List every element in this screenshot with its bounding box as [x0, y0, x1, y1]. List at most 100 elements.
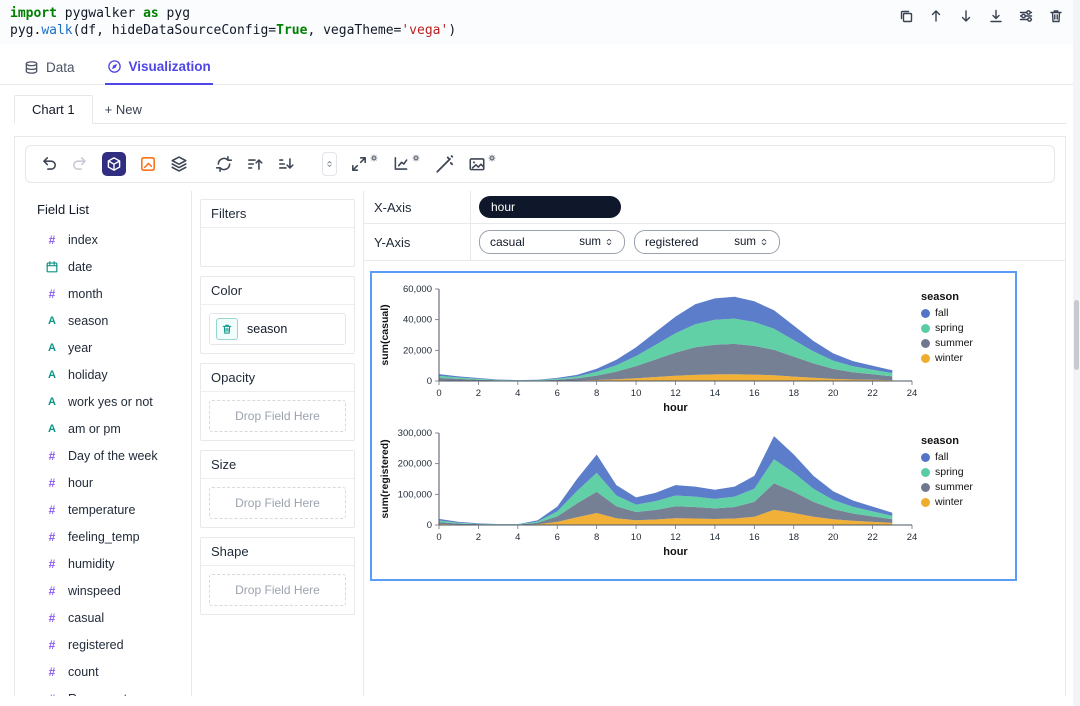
gear-icon[interactable]: [487, 153, 497, 163]
field-item-hour[interactable]: # hour: [15, 469, 191, 496]
field-name: hour: [68, 475, 94, 490]
sort-ascending-button[interactable]: [246, 155, 264, 173]
delete-icon[interactable]: [1048, 8, 1064, 24]
gear-icon[interactable]: [411, 153, 421, 163]
legend-label: summer: [935, 337, 973, 349]
refresh-button[interactable]: [215, 155, 233, 173]
new-chart-button[interactable]: + New: [93, 96, 154, 123]
field-item-feeling-temp[interactable]: # feeling_temp: [15, 523, 191, 550]
field-item-temperature[interactable]: # temperature: [15, 496, 191, 523]
refresh-group: [215, 155, 233, 173]
code-text: pygwalker: [56, 6, 144, 21]
legend-item-fall[interactable]: fall: [921, 451, 1007, 463]
field-item-count[interactable]: # count: [15, 658, 191, 685]
tab-visualization[interactable]: Visualization: [104, 52, 213, 85]
y-axis-field-chip[interactable]: registered sum: [634, 230, 780, 254]
undo-button[interactable]: [40, 155, 58, 173]
shape-dropzone[interactable]: Drop Field Here: [209, 574, 346, 606]
field-item-index[interactable]: # index: [15, 226, 191, 253]
notebook-code-cell[interactable]: import pygwalker as pyg pyg.walk(df, hid…: [0, 0, 1080, 44]
field-item-day-of-the-week[interactable]: # Day of the week: [15, 442, 191, 469]
svg-text:22: 22: [867, 532, 878, 543]
legend-swatch: [921, 467, 930, 477]
zoom-stepper-group: [322, 152, 337, 176]
code-text: pyg: [158, 6, 191, 21]
legend-item-winter[interactable]: winter: [921, 352, 1007, 364]
x-axis-dropzone[interactable]: hour: [471, 191, 1065, 223]
field-item-season[interactable]: Aseason: [15, 307, 191, 334]
field-item-am-or-pm[interactable]: Aam or pm: [15, 415, 191, 442]
chart-canvas[interactable]: 0 20,000 40,000 60,000 0 2 4 6 8 10 12 14 16 18 20 22 24…: [370, 271, 1017, 581]
svg-text:6: 6: [555, 532, 560, 543]
download-icon[interactable]: [988, 8, 1004, 24]
svg-text:12: 12: [670, 532, 681, 543]
resize-button[interactable]: [350, 155, 368, 173]
svg-text:14: 14: [710, 532, 721, 543]
sort-descending-button[interactable]: [277, 155, 295, 173]
code-editor[interactable]: import pygwalker as pyg pyg.walk(df, hid…: [10, 5, 456, 39]
stacked-area-plot[interactable]: 0100,000200,000300,0000 2 4 6 8 10 12 14 16 18 20 2…: [374, 423, 919, 563]
y-axis-dropzone[interactable]: casual sum registered sum: [471, 224, 1065, 260]
mark-type-button[interactable]: [139, 155, 157, 173]
field-name: feeling_temp: [68, 529, 140, 544]
field-item-humidity[interactable]: # humidity: [15, 550, 191, 577]
x-axis-field-chip[interactable]: hour: [479, 196, 621, 218]
color-field-chip[interactable]: season: [209, 313, 346, 345]
layers-button[interactable]: [170, 155, 188, 173]
legend-swatch: [921, 353, 930, 363]
aggregation-select[interactable]: sum: [579, 236, 614, 248]
size-dropzone[interactable]: Drop Field Here: [209, 487, 346, 519]
tab-chart-1[interactable]: Chart 1: [14, 95, 93, 124]
tile-mode-button[interactable]: [102, 152, 126, 176]
field-item-casual[interactable]: # casual: [15, 604, 191, 631]
move-down-icon[interactable]: [958, 8, 974, 24]
layers-group: [170, 155, 188, 173]
field-item-work-yes-or-not[interactable]: Awork yes or not: [15, 388, 191, 415]
code-text: , vegaTheme=: [307, 23, 402, 38]
cell-actions: [898, 5, 1064, 24]
svg-text:4: 4: [515, 388, 520, 399]
sort-descending-icon: [277, 155, 295, 173]
field-item-holiday[interactable]: Aholiday: [15, 361, 191, 388]
opacity-label: Opacity: [201, 364, 354, 392]
svg-text:18: 18: [788, 532, 799, 543]
field-item-month[interactable]: # month: [15, 280, 191, 307]
move-up-icon[interactable]: [928, 8, 944, 24]
tile-mode-icon: [106, 156, 122, 172]
field-item-registered[interactable]: # registered: [15, 631, 191, 658]
copy-icon[interactable]: [898, 8, 914, 24]
coordinate-system-button[interactable]: [392, 155, 410, 173]
field-item-row-count[interactable]: # Row count: [15, 685, 191, 697]
tab-data[interactable]: Data: [22, 52, 77, 84]
export-image-button[interactable]: [468, 155, 486, 173]
legend-item-spring[interactable]: spring: [921, 466, 1007, 478]
svg-text:0: 0: [427, 376, 432, 387]
shape-section: Shape Drop Field Here: [200, 537, 355, 615]
svg-text:24: 24: [907, 388, 918, 399]
legend-item-winter[interactable]: winter: [921, 496, 1007, 508]
legend-item-summer[interactable]: summer: [921, 337, 1007, 349]
y-axis-field-chip[interactable]: casual sum: [479, 230, 625, 254]
legend-item-fall[interactable]: fall: [921, 307, 1007, 319]
field-item-year[interactable]: Ayear: [15, 334, 191, 361]
legend-item-summer[interactable]: summer: [921, 481, 1007, 493]
legend-item-spring[interactable]: spring: [921, 322, 1007, 334]
stacked-area-plot[interactable]: 020,00040,00060,0000 2 4 6 8 10 12 14 16 18 20 22 24…: [374, 279, 919, 419]
gear-icon[interactable]: [369, 153, 379, 163]
field-item-winspeed[interactable]: # winspeed: [15, 577, 191, 604]
svg-text:0: 0: [436, 388, 441, 399]
svg-text:24: 24: [907, 532, 918, 543]
field-name: winspeed: [68, 583, 121, 598]
opacity-dropzone[interactable]: Drop Field Here: [209, 400, 346, 432]
magic-wand-button[interactable]: [434, 154, 455, 175]
database-icon: [24, 60, 39, 75]
scrollbar-thumb[interactable]: [1074, 300, 1079, 370]
filters-dropzone[interactable]: [201, 228, 354, 266]
settings-icon[interactable]: [1018, 8, 1034, 24]
legend: season fall spring summer winter: [921, 279, 1007, 367]
aggregation-select[interactable]: sum: [734, 236, 769, 248]
trash-icon[interactable]: [216, 318, 238, 340]
field-item-date[interactable]: date: [15, 253, 191, 280]
zoom-stepper-button[interactable]: [322, 152, 337, 176]
redo-button[interactable]: [71, 155, 89, 173]
